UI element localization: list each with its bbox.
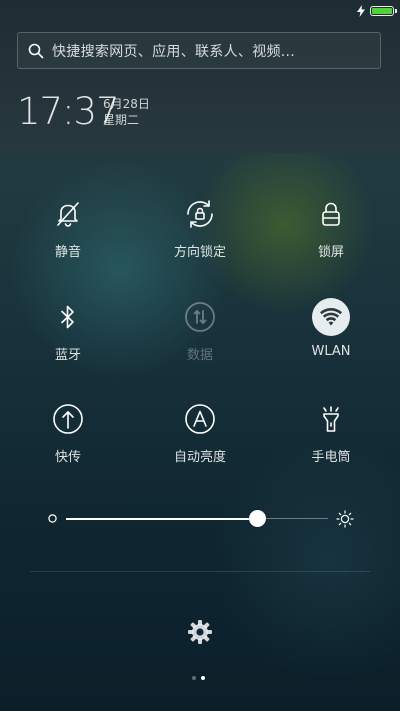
divider — [30, 571, 370, 572]
toggle-flashlight[interactable]: 手电筒 — [276, 400, 386, 480]
rotation-lock-icon — [181, 195, 219, 233]
brightness-thumb[interactable] — [248, 510, 266, 527]
toggle-label: 手电筒 — [311, 450, 351, 465]
toggle-bluetooth[interactable]: 蓝牙 — [13, 298, 123, 378]
toggle-label: 静音 — [54, 245, 81, 260]
search-icon — [28, 43, 44, 58]
brightness-low-icon — [48, 514, 57, 523]
toggle-label: 锁屏 — [317, 245, 344, 260]
search-input[interactable]: 快捷搜索网页、应用、联系人、视频... — [17, 32, 381, 69]
date-block[interactable]: 6月28日 星期二 — [103, 96, 150, 128]
battery-icon — [370, 6, 397, 16]
flashlight-icon — [312, 400, 350, 438]
lightning-bolt-icon — [357, 5, 365, 17]
weekday-text: 星期二 — [103, 113, 140, 127]
brightness-high-icon — [336, 510, 354, 528]
toggle-label: WLAN — [311, 344, 351, 359]
gear-icon[interactable] — [186, 618, 214, 646]
toggle-mobile-data[interactable]: 数据 — [145, 298, 255, 378]
page-indicator — [192, 676, 205, 680]
search-placeholder: 快捷搜索网页、应用、联系人、视频... — [52, 43, 296, 60]
bluetooth-icon — [49, 298, 87, 336]
auto-brightness-icon — [181, 400, 219, 438]
toggle-mute[interactable]: 静音 — [13, 195, 123, 275]
status-bar — [356, 4, 397, 18]
mobile-data-icon — [181, 298, 219, 336]
toggle-lock-screen[interactable]: 锁屏 — [276, 195, 386, 275]
toggle-label: 数据 — [186, 348, 213, 363]
brightness-slider[interactable] — [48, 508, 354, 530]
bell-off-icon — [49, 195, 87, 233]
upload-arrow-icon — [49, 400, 87, 438]
toggle-label: 自动亮度 — [173, 450, 226, 465]
toggle-wlan[interactable]: WLAN — [276, 298, 386, 378]
toggle-label: 蓝牙 — [54, 348, 81, 363]
toggle-label: 方向锁定 — [173, 245, 226, 260]
brightness-fill — [66, 517, 258, 520]
date-text: 6月28日 — [103, 97, 150, 111]
battery-level-fill — [372, 8, 392, 14]
toggle-rotation-lock[interactable]: 方向锁定 — [145, 195, 255, 275]
page-dot[interactable] — [192, 676, 196, 680]
page-dot-active[interactable] — [201, 676, 205, 680]
toggle-label: 快传 — [54, 450, 81, 465]
toggle-quick-transfer[interactable]: 快传 — [13, 400, 123, 480]
lock-icon — [312, 195, 350, 233]
toggle-auto-brightness[interactable]: 自动亮度 — [145, 400, 255, 480]
wifi-icon — [312, 298, 350, 336]
brightness-track[interactable] — [66, 510, 328, 527]
